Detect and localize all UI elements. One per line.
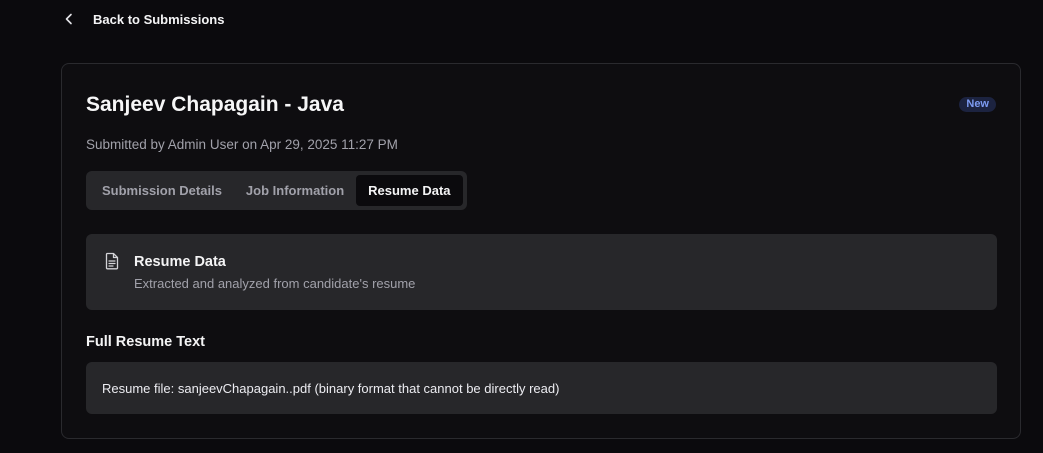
tab-resume-data[interactable]: Resume Data (356, 175, 463, 206)
resume-panel-title: Resume Data (134, 254, 226, 270)
file-text-icon (103, 252, 121, 270)
submission-meta: Submitted by Admin User on Apr 29, 2025 … (86, 137, 398, 152)
status-badge: New (959, 97, 996, 112)
resume-panel-description: Extracted and analyzed from candidate's … (134, 276, 416, 291)
chevron-left-icon (62, 12, 76, 26)
tab-list: Submission Details Job Information Resum… (86, 171, 467, 210)
back-to-submissions-link[interactable]: Back to Submissions (62, 8, 224, 30)
full-resume-text: Resume file: sanjeevChapagain..pdf (bina… (86, 362, 997, 414)
tab-job-information[interactable]: Job Information (234, 175, 356, 206)
page-title: Sanjeev Chapagain - Java (86, 93, 344, 116)
back-link-label: Back to Submissions (93, 11, 225, 27)
full-resume-heading: Full Resume Text (86, 334, 205, 350)
tab-submission-details[interactable]: Submission Details (90, 175, 234, 206)
submission-card: Sanjeev Chapagain - Java New Submitted b… (61, 63, 1021, 439)
resume-data-panel: Resume Data Extracted and analyzed from … (86, 234, 997, 310)
